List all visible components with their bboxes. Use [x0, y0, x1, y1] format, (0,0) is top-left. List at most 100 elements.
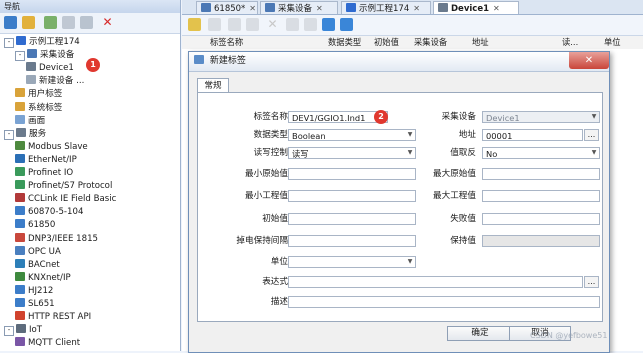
expander-icon[interactable]: -	[4, 38, 14, 48]
close-button[interactable]: ✕	[569, 52, 609, 69]
tree-item[interactable]: - 服务	[4, 127, 46, 141]
document-tabbar: 61850* ✕ 采集设备 ✕ 示例工程174 ✕ Device1 ✕	[182, 0, 643, 15]
unit-select[interactable]: ▼	[288, 256, 416, 268]
tab-label: 示例工程174	[359, 4, 410, 14]
chevron-down-icon: ▼	[591, 113, 597, 120]
tree-item[interactable]: DNP3/IEEE 1815	[15, 232, 98, 246]
bacnet-icon	[15, 258, 25, 268]
tab-devices[interactable]: 采集设备 ✕	[260, 1, 338, 14]
raw-max-input[interactable]	[482, 168, 600, 180]
open-folder-icon[interactable]	[22, 16, 35, 29]
column-device[interactable]: 采集设备	[414, 36, 447, 49]
paste-icon[interactable]	[80, 16, 93, 29]
tree-item[interactable]: BACnet	[15, 258, 60, 272]
tree-item[interactable]: OPC UA	[15, 245, 61, 259]
eng-max-input[interactable]	[482, 190, 600, 202]
tree-item-label: 采集设备	[40, 50, 75, 61]
edit-icon[interactable]	[208, 18, 221, 31]
tree-item[interactable]: - IoT	[4, 324, 42, 337]
tree-item[interactable]: SL651	[15, 298, 55, 311]
close-icon[interactable]: ✕	[249, 4, 256, 13]
tree-item[interactable]: HJ212	[15, 284, 53, 298]
hold-value-input[interactable]	[482, 235, 600, 247]
expander-icon[interactable]: -	[15, 51, 25, 62]
data-type-select[interactable]: Boolean ▼	[288, 129, 416, 141]
tree-item[interactable]: Modbus Slave	[15, 140, 88, 154]
device-value: Device1	[486, 113, 520, 123]
tab-project[interactable]: 示例工程174 ✕	[341, 1, 431, 14]
rw-select[interactable]: 读写 ▼	[288, 147, 416, 159]
tree-item[interactable]: - 示例工程174	[4, 36, 80, 49]
eng-min-input[interactable]	[288, 190, 416, 202]
expander-icon[interactable]: -	[4, 129, 14, 140]
copy-icon[interactable]	[228, 18, 241, 31]
tab-general[interactable]: 常规	[197, 78, 229, 93]
new-tag-icon[interactable]	[188, 18, 201, 31]
column-tag-name[interactable]: 标签名称	[210, 36, 243, 49]
column-initial-value[interactable]: 初始值	[374, 36, 399, 49]
close-icon[interactable]: ✕	[413, 4, 420, 13]
general-panel: 标签名称 DEV1/GGIO1.Ind1 数据类型 Boolean ▼ 读写控制 …	[197, 92, 603, 322]
nav-title: 导航	[0, 0, 180, 13]
invert-select[interactable]: No ▼	[482, 147, 600, 159]
tree-item-label: SL651	[28, 299, 55, 309]
raw-min-input[interactable]	[288, 168, 416, 180]
initial-value-input[interactable]	[288, 213, 416, 225]
iot-icon	[16, 324, 26, 334]
expression-input[interactable]	[288, 276, 583, 288]
tab-device1[interactable]: Device1 ✕	[433, 1, 519, 14]
rw-value: 读写	[292, 149, 309, 159]
filter-icon[interactable]	[304, 18, 317, 31]
tree-item[interactable]: 画面	[15, 114, 45, 128]
paste-icon[interactable]	[246, 18, 259, 31]
delete-icon[interactable]: ✕	[101, 16, 114, 29]
tree-item[interactable]: 新建设备 ...	[26, 75, 84, 88]
tree-item[interactable]: 用户标签	[15, 88, 62, 101]
delete-icon[interactable]: ✕	[266, 18, 279, 31]
column-address[interactable]: 地址	[472, 36, 489, 49]
expression-edit-button[interactable]: ...	[584, 276, 599, 288]
tree-item[interactable]: 60870-5-104	[15, 206, 83, 219]
tree-item[interactable]: MQTT Client	[15, 337, 80, 350]
copy-icon[interactable]	[62, 16, 75, 29]
iec61850-icon	[15, 219, 25, 229]
tree-item[interactable]: Profinet/S7 Protocol	[15, 180, 112, 193]
tree-item[interactable]: KNXnet/IP	[15, 271, 71, 285]
dialog-title: 新建标签	[209, 56, 246, 66]
column-rw[interactable]: 读...	[562, 36, 578, 49]
expander-icon[interactable]: -	[4, 326, 14, 337]
tree-item[interactable]: HTTP REST API	[15, 311, 91, 324]
import-icon[interactable]	[322, 18, 335, 31]
s7-icon	[15, 180, 25, 190]
tree-item[interactable]: Profinet IO	[15, 167, 73, 180]
find-icon[interactable]	[286, 18, 299, 31]
label-hold-interval: 掉电保持间隔	[236, 236, 288, 246]
add-icon[interactable]	[44, 16, 57, 29]
tab-61850[interactable]: 61850* ✕	[196, 1, 258, 14]
close-icon[interactable]: ✕	[316, 4, 323, 13]
step-badge-2: 2	[374, 110, 388, 124]
export-icon[interactable]	[340, 18, 353, 31]
tree-item[interactable]: EtherNet/IP	[15, 153, 77, 167]
tree-item[interactable]: 系统标签	[15, 101, 62, 115]
ok-button[interactable]: 确定	[447, 326, 513, 341]
project-icon[interactable]	[4, 16, 17, 29]
device-icon	[26, 62, 36, 72]
tree-item[interactable]: 61850	[15, 219, 55, 232]
close-icon[interactable]: ✕	[493, 4, 500, 13]
tree-item-label: Profinet/S7 Protocol	[28, 181, 113, 192]
data-type-value: Boolean	[292, 131, 326, 141]
tree-item[interactable]: Device1	[26, 62, 74, 75]
label-expression: 表达式	[262, 277, 288, 287]
description-input[interactable]	[288, 296, 600, 308]
column-unit[interactable]: 单位	[604, 36, 621, 49]
address-input[interactable]: 00001	[482, 129, 583, 141]
tag-name-input[interactable]: DEV1/GGIO1.Ind1	[288, 111, 388, 123]
tree-item[interactable]: - 采集设备	[15, 49, 74, 62]
dialog-titlebar: 新建标签 ✕	[189, 52, 609, 72]
hold-interval-input[interactable]	[288, 235, 416, 247]
address-browse-button[interactable]: ...	[584, 129, 599, 141]
column-data-type[interactable]: 数据类型	[328, 36, 361, 49]
fail-value-input[interactable]	[482, 213, 600, 225]
tree-item[interactable]: CCLink IE Field Basic	[15, 193, 116, 206]
